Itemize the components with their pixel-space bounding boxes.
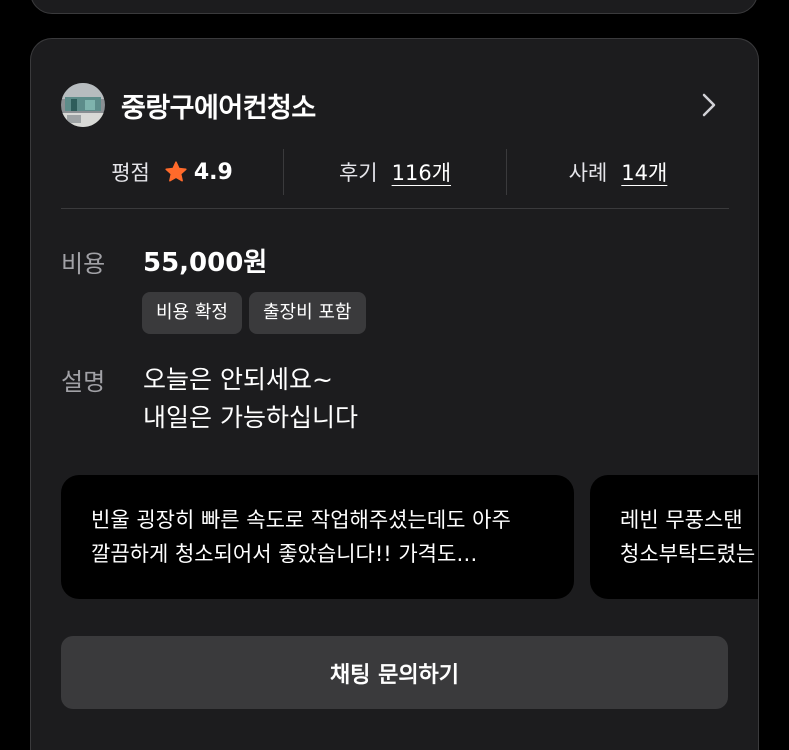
description-line: 오늘은 안되세요~ (143, 365, 333, 394)
stat-reviews: 후기 116개 (283, 149, 506, 195)
provider-photo-icon (61, 83, 105, 127)
cases-count-link[interactable]: 14개 (621, 157, 667, 187)
chip-travel-fee-included: 출장비 포함 (248, 292, 366, 334)
description-line: 내일은 가능하십니다 (143, 403, 358, 432)
chat-inquiry-button[interactable]: 채팅 문의하기 (61, 636, 728, 709)
stat-rating: 평점 4.9 (61, 149, 283, 195)
provider-card: 중랑구에어컨청소 평점 4.9 후기 116개 사례 14개 비용 55,000… (30, 38, 759, 750)
previous-provider-card[interactable] (30, 0, 758, 14)
provider-stats: 평점 4.9 후기 116개 사례 14개 (61, 149, 729, 195)
review-card[interactable]: 레빈 무풍스탠 청소부탁드렸는 (590, 475, 758, 599)
chevron-right-icon[interactable] (695, 91, 723, 119)
rating-value: 4.9 (193, 159, 233, 185)
provider-name[interactable]: 중랑구에어컨청소 (121, 86, 316, 125)
cost-chips: 비용 확정 출장비 포함 (142, 292, 366, 334)
review-text: 레빈 무풍스탠 청소부탁드렸는 (620, 508, 756, 566)
price-value: 55,000원 (143, 248, 268, 278)
chip-price-confirmed: 비용 확정 (142, 292, 242, 334)
description-text: 오늘은 안되세요~ 내일은 가능하십니다 (143, 361, 703, 437)
cost-label: 비용 (61, 250, 106, 278)
review-card[interactable]: 빈울 굉장히 빠른 속도로 작업해주셨는데도 아주 깔끔하게 청소되어서 좋았습… (61, 475, 574, 599)
cases-label: 사례 (568, 161, 608, 185)
provider-header[interactable]: 중랑구에어컨청소 (61, 83, 729, 127)
star-icon (164, 160, 188, 184)
reviews-count-link[interactable]: 116개 (392, 157, 451, 187)
description-label: 설명 (61, 368, 106, 396)
divider (61, 208, 729, 209)
review-carousel[interactable]: 빈울 굉장히 빠른 속도로 작업해주셨는데도 아주 깔끔하게 청소되어서 좋았습… (61, 475, 758, 599)
stat-cases: 사례 14개 (506, 149, 729, 195)
review-text: 빈울 굉장히 빠른 속도로 작업해주셨는데도 아주 깔끔하게 청소되어서 좋았습… (91, 508, 511, 566)
rating-label: 평점 (111, 161, 150, 185)
provider-avatar[interactable] (61, 83, 105, 127)
reviews-label: 후기 (338, 161, 378, 185)
